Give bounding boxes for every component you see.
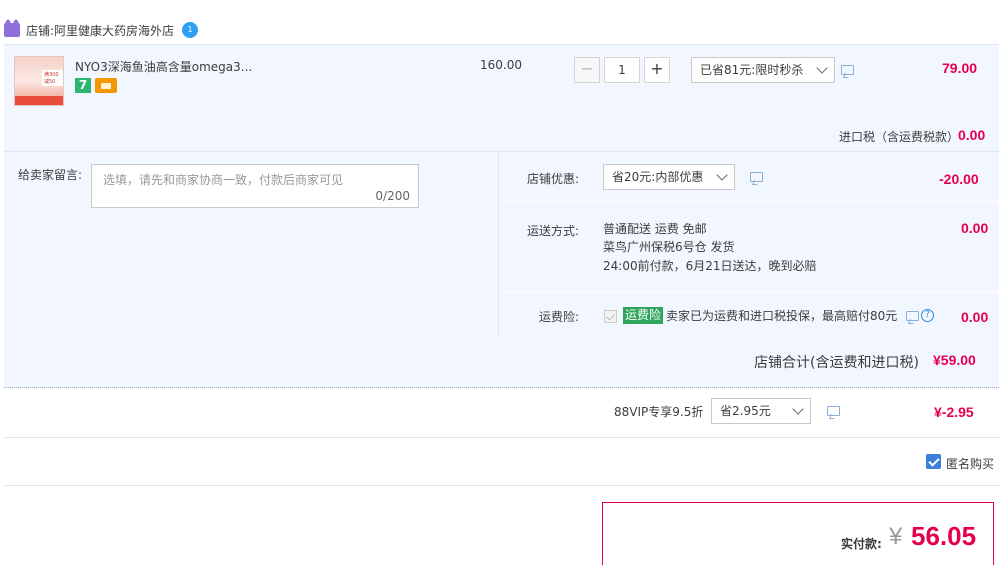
message-icon[interactable] bbox=[841, 65, 854, 75]
unit-price: 160.00 bbox=[480, 58, 522, 72]
message-icon[interactable] bbox=[827, 406, 840, 416]
message-icon[interactable] bbox=[906, 311, 919, 321]
qty-decrease-button[interactable]: − bbox=[574, 57, 600, 83]
vip-discount-select-value: 省2.95元 bbox=[720, 404, 771, 418]
quantity-stepper: − 1 + bbox=[574, 57, 670, 83]
help-icon[interactable]: ? bbox=[921, 309, 934, 322]
anonymous-label[interactable]: 匿名购买 bbox=[946, 455, 994, 472]
store-discount-select[interactable]: 省20元:内部优惠 bbox=[603, 164, 735, 190]
product-title[interactable]: NYO3深海鱼油高含量omega3... bbox=[75, 58, 252, 75]
item-row: 满300减50 NYO3深海鱼油高含量omega3... 7 160.00 − … bbox=[4, 45, 999, 151]
insurance-value: 0.00 bbox=[961, 309, 989, 325]
qty-input[interactable]: 1 bbox=[604, 57, 640, 83]
memo-panel: 给卖家留言: 选填，请先和商家协商一致，付款后商家可见 0/200 bbox=[4, 151, 498, 335]
qty-increase-button[interactable]: + bbox=[644, 57, 670, 83]
order-options-panel: 店铺优惠: 省20元:内部优惠 -20.00 运送方式: 普通配送 运费 免邮 … bbox=[498, 151, 1000, 336]
shipping-value: 0.00 bbox=[961, 220, 989, 236]
store-label: 店铺: bbox=[26, 23, 55, 38]
insurance-checkbox[interactable] bbox=[604, 310, 617, 323]
vip-discount-row: 88VIP专享9.5折 省2.95元 ¥-2.95 bbox=[4, 388, 999, 438]
shipping-method: 普通配送 运费 免邮 bbox=[603, 222, 707, 236]
memo-label: 给卖家留言: bbox=[18, 168, 83, 182]
wangwang-chat-icon[interactable]: 1 bbox=[182, 22, 199, 38]
memo-char-counter: 0/200 bbox=[375, 189, 410, 203]
chevron-down-icon bbox=[816, 62, 828, 74]
store-total-row: 店铺合计(含运费和进口税) ¥59.00 bbox=[4, 335, 999, 389]
store-discount-select-value: 省20元:内部优惠 bbox=[612, 170, 704, 184]
tmall-store-icon bbox=[4, 23, 20, 37]
chevron-down-icon bbox=[716, 169, 728, 181]
thumb-promo-label: 满300减50 bbox=[42, 70, 63, 86]
anonymous-checkbox[interactable] bbox=[926, 454, 941, 469]
store-header: 店铺:阿里健康大药房海外店 1 bbox=[0, 17, 1003, 43]
payment-amount: 56.05 bbox=[911, 521, 977, 551]
shipping-section: 运送方式: 普通配送 运费 免邮 菜鸟广州保税6号仓 发货 24:00前付款，6… bbox=[499, 202, 1000, 292]
vip-discount-select[interactable]: 省2.95元 bbox=[711, 398, 811, 424]
item-promo-select-value: 已省81元:限时秒杀 bbox=[700, 63, 804, 77]
import-tax-label: 进口税（含运费税款） bbox=[838, 130, 959, 144]
message-icon[interactable] bbox=[750, 172, 763, 182]
store-discount-section: 店铺优惠: 省20元:内部优惠 -20.00 bbox=[499, 152, 1000, 202]
thumb-bar bbox=[15, 96, 63, 105]
payment-currency: ¥ bbox=[889, 523, 903, 550]
seven-day-return-icon: 7 bbox=[75, 78, 91, 93]
shipping-eta: 24:00前付款，6月21日送达，晚到必赔 bbox=[603, 259, 817, 273]
import-tax-value: 0.00 bbox=[958, 127, 986, 143]
insurance-description: 卖家已为运费和进口税投保，最高赔付80元 bbox=[666, 309, 898, 323]
shipping-label: 运送方式: bbox=[527, 224, 580, 238]
memo-textarea[interactable]: 选填，请先和商家协商一致，付款后商家可见 0/200 bbox=[91, 164, 419, 208]
chevron-down-icon bbox=[792, 403, 804, 415]
store-name[interactable]: 店铺:阿里健康大药房海外店 bbox=[26, 22, 174, 39]
insurance-section: 运费险: 运费险 卖家已为运费和进口税投保，最高赔付80元 ? 0.00 bbox=[499, 292, 1000, 336]
card-payment-icon bbox=[95, 78, 117, 93]
anonymous-row: 匿名购买 bbox=[4, 438, 999, 486]
insurance-label: 运费险: bbox=[539, 310, 580, 324]
store-discount-value: -20.00 bbox=[939, 171, 979, 187]
vip-discount-label: 88VIP专享9.5折 bbox=[614, 405, 704, 419]
store-name-text[interactable]: 阿里健康大药房海外店 bbox=[54, 24, 174, 38]
payment-label: 实付款: bbox=[841, 537, 882, 551]
store-total-value: ¥59.00 bbox=[933, 352, 976, 368]
item-subtotal: 79.00 bbox=[942, 60, 978, 76]
payment-total-box: 实付款: ¥ 56.05 bbox=[602, 502, 994, 565]
item-promo-select[interactable]: 已省81元:限时秒杀 bbox=[691, 57, 835, 83]
insurance-tag: 运费险 bbox=[623, 307, 664, 324]
memo-placeholder: 选填，请先和商家协商一致，付款后商家可见 bbox=[103, 173, 344, 187]
vip-discount-value: ¥-2.95 bbox=[934, 404, 974, 420]
store-total-label: 店铺合计(含运费和进口税) bbox=[754, 355, 919, 371]
order-block: 满300减50 NYO3深海鱼油高含量omega3... 7 160.00 − … bbox=[4, 44, 1000, 389]
store-discount-label: 店铺优惠: bbox=[527, 172, 580, 186]
product-thumbnail[interactable]: 满300减50 bbox=[14, 56, 64, 106]
shipping-warehouse: 菜鸟广州保税6号仓 发货 bbox=[603, 240, 735, 254]
